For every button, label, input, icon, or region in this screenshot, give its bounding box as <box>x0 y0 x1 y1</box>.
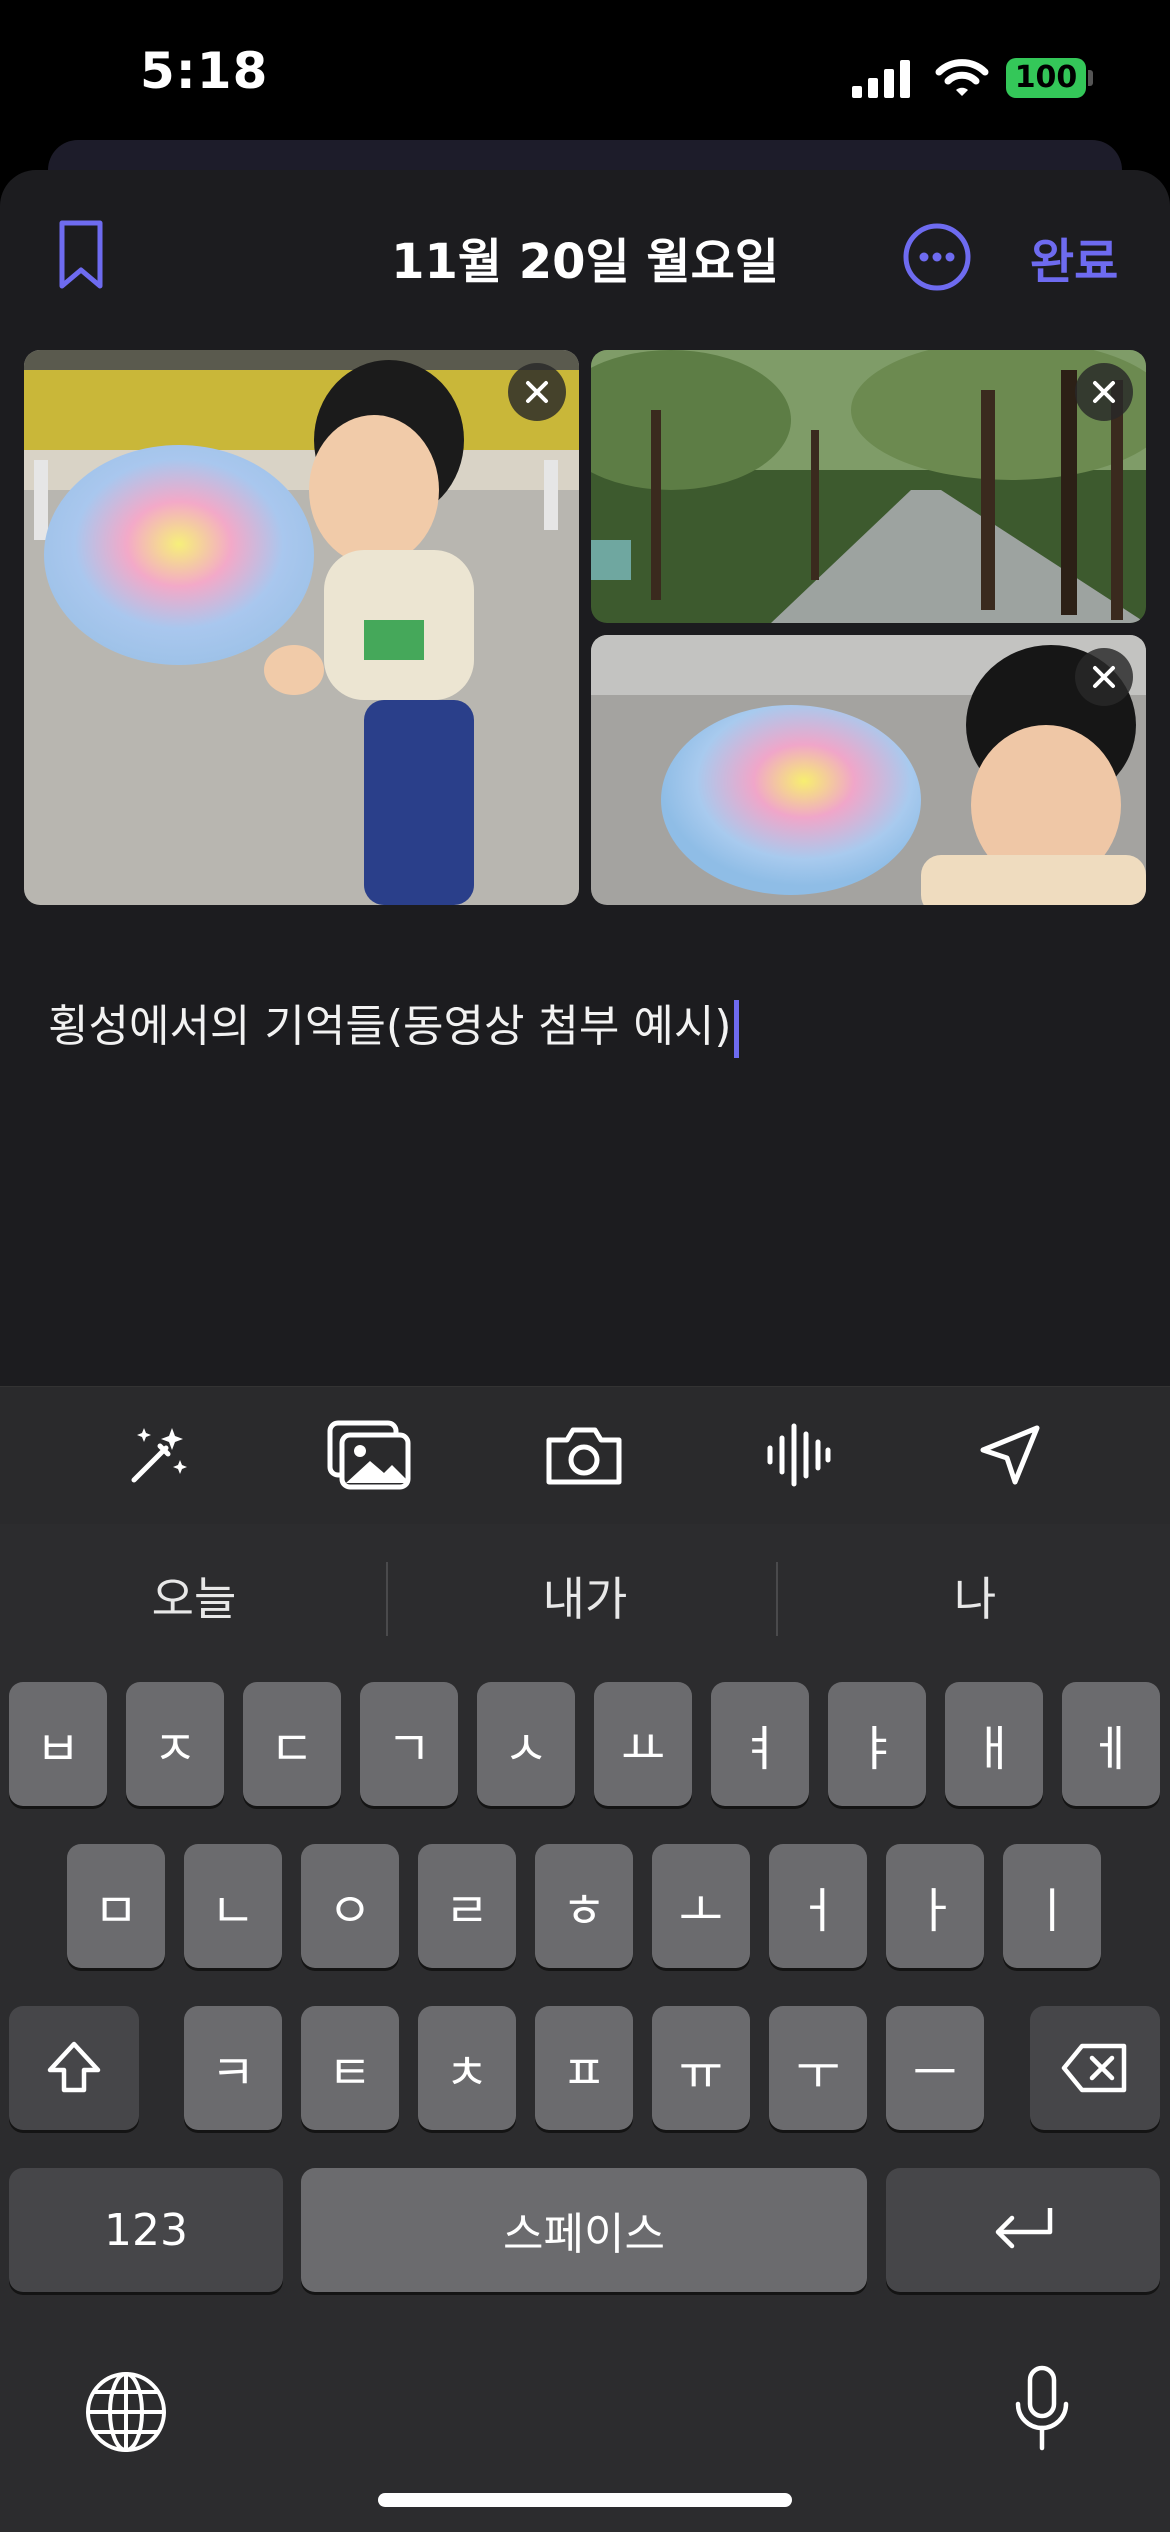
key[interactable]: ㅡ <box>886 2006 984 2130</box>
suggestion-item[interactable]: 내가 <box>395 1524 775 1674</box>
key[interactable]: ㅍ <box>535 2006 633 2130</box>
note-text: 횡성에서의 기억들(동영상 첨부 예시) <box>48 1001 732 1052</box>
key[interactable]: ㅇ <box>301 1844 399 1968</box>
photo-thumbnail[interactable] <box>591 350 1146 623</box>
key[interactable]: ㅅ <box>477 1682 575 1806</box>
key[interactable]: ㅓ <box>769 1844 867 1968</box>
suggestion-divider <box>776 1562 778 1636</box>
key[interactable]: ㅎ <box>535 1844 633 1968</box>
camera-icon[interactable] <box>524 1386 644 1524</box>
wifi-icon <box>935 59 989 96</box>
key[interactable]: ㄱ <box>360 1682 458 1806</box>
key[interactable]: ㅊ <box>418 2006 516 2130</box>
text-cursor <box>733 1000 739 1058</box>
battery-tip <box>1088 70 1093 86</box>
date-title: 11월 20일 월요일 <box>391 234 779 290</box>
key[interactable]: ㄷ <box>243 1682 341 1806</box>
key[interactable]: ㅏ <box>886 1844 984 1968</box>
remove-photo-button[interactable] <box>1075 648 1133 706</box>
key[interactable]: ㅗ <box>652 1844 750 1968</box>
cellular-signal-icon <box>852 60 910 98</box>
numbers-key[interactable]: 123 <box>9 2168 283 2292</box>
suggestion-item[interactable]: 오늘 <box>4 1524 384 1674</box>
key[interactable]: ㅌ <box>301 2006 399 2130</box>
key[interactable]: ㅛ <box>594 1682 692 1806</box>
key[interactable]: ㅔ <box>1062 1682 1160 1806</box>
done-button[interactable]: 완료 <box>1030 222 1118 292</box>
suggestion-item[interactable]: 나 <box>785 1524 1165 1674</box>
photo-library-icon[interactable] <box>309 1386 429 1524</box>
location-arrow-icon[interactable] <box>950 1386 1070 1524</box>
microphone-icon[interactable] <box>1010 2364 1074 2454</box>
key[interactable]: ㄹ <box>418 1844 516 1968</box>
key[interactable]: ㅣ <box>1003 1844 1101 1968</box>
photo-thumbnail[interactable] <box>591 635 1146 905</box>
battery-indicator: 100 <box>1006 58 1086 98</box>
home-indicator <box>378 2493 792 2507</box>
shift-key[interactable] <box>9 2006 139 2130</box>
globe-icon[interactable] <box>84 2370 168 2454</box>
key[interactable]: ㅕ <box>711 1682 809 1806</box>
backspace-icon <box>1061 2043 1127 2093</box>
note-text-input[interactable]: 횡성에서의 기억들(동영상 첨부 예시) <box>48 990 739 1058</box>
key[interactable]: ㅁ <box>67 1844 165 1968</box>
photo-thumbnail[interactable] <box>24 350 579 905</box>
key[interactable]: ㅂ <box>9 1682 107 1806</box>
close-icon <box>1093 381 1115 403</box>
space-key[interactable]: 스페이스 <box>301 2168 867 2292</box>
shift-icon <box>47 2041 101 2093</box>
remove-photo-button[interactable] <box>1075 363 1133 421</box>
key[interactable]: ㅜ <box>769 2006 867 2130</box>
magic-wand-icon[interactable] <box>99 1386 219 1524</box>
delete-key[interactable] <box>1030 2006 1160 2130</box>
return-key[interactable] <box>886 2168 1160 2292</box>
audio-waveform-icon[interactable] <box>738 1386 858 1524</box>
key[interactable]: ㅠ <box>652 2006 750 2130</box>
remove-photo-button[interactable] <box>508 363 566 421</box>
close-icon <box>1093 666 1115 688</box>
key[interactable]: ㅑ <box>828 1682 926 1806</box>
close-icon <box>526 381 548 403</box>
key[interactable]: ㅐ <box>945 1682 1043 1806</box>
return-icon <box>995 2208 1053 2249</box>
key[interactable]: ㄴ <box>184 1844 282 1968</box>
status-time: 5:18 <box>140 42 269 100</box>
more-options-icon[interactable] <box>902 222 972 292</box>
suggestion-divider <box>386 1562 388 1636</box>
key[interactable]: ㅈ <box>126 1682 224 1806</box>
key[interactable]: ㅋ <box>184 2006 282 2130</box>
